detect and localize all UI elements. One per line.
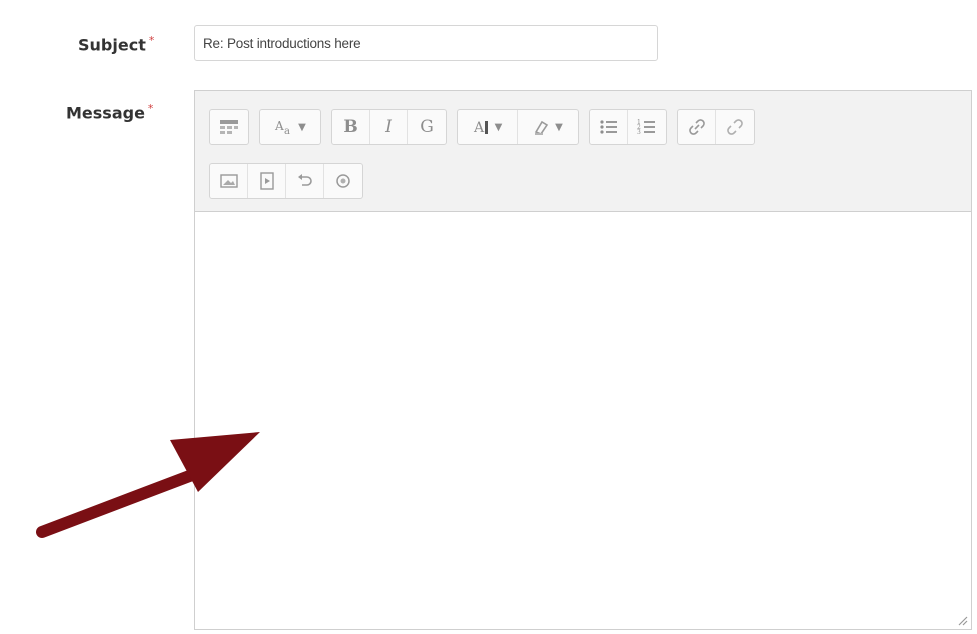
toolbar-group: Aa ▼ (259, 109, 321, 145)
svg-text:3: 3 (637, 129, 641, 136)
toolbar-group: A ▼ ▼ (457, 109, 579, 145)
subject-input[interactable] (194, 25, 658, 61)
message-text-area[interactable] (195, 212, 971, 629)
subject-label-text: Subject (78, 35, 146, 55)
required-marker: * (148, 34, 155, 47)
underline-icon[interactable]: G (408, 110, 446, 144)
editor-toolbar: Aa ▼ B I G A ▼ ▼ 1 2 3 (195, 91, 971, 212)
chevron-down-icon: ▼ (555, 121, 563, 133)
highlight-icon[interactable]: ▼ (518, 110, 578, 144)
unlink-icon[interactable] (716, 110, 754, 144)
toolbar-group: B I G (331, 109, 447, 145)
bullet-list-icon[interactable] (590, 110, 628, 144)
toggle-toolbar-icon[interactable] (210, 110, 248, 144)
undo-icon[interactable] (286, 164, 324, 198)
toolbar-row-1: Aa ▼ B I G A ▼ ▼ 1 2 3 (209, 109, 765, 145)
accessibility-icon[interactable] (324, 164, 362, 198)
toolbar-group: 123 (589, 109, 667, 145)
font-style-icon[interactable]: Aa ▼ (260, 110, 320, 144)
svg-text:A: A (473, 120, 485, 136)
message-label-text: Message (66, 103, 145, 123)
pointer-arrow-icon (36, 432, 260, 538)
message-editor: Aa ▼ B I G A ▼ ▼ 1 2 3 (194, 90, 972, 630)
toolbar-group (209, 163, 363, 199)
svg-text:a: a (284, 126, 290, 136)
svg-text:A: A (274, 119, 284, 133)
resize-grip-icon[interactable] (956, 614, 968, 626)
numbered-list-icon[interactable]: 123 (628, 110, 666, 144)
link-icon[interactable] (678, 110, 716, 144)
bold-icon[interactable]: B (332, 110, 370, 144)
chevron-down-icon: ▼ (298, 121, 306, 133)
insert-media-icon[interactable] (248, 164, 286, 198)
font-color-icon[interactable]: A ▼ (458, 110, 518, 144)
italic-icon[interactable]: I (370, 110, 408, 144)
required-marker: * (147, 102, 154, 115)
chevron-down-icon: ▼ (494, 121, 503, 133)
message-label: Message * (66, 102, 153, 122)
toolbar-group (677, 109, 755, 145)
toolbar-group (209, 109, 249, 145)
insert-image-icon[interactable] (210, 164, 248, 198)
toolbar-row-2 (209, 163, 373, 199)
subject-label: Subject * (78, 34, 154, 54)
